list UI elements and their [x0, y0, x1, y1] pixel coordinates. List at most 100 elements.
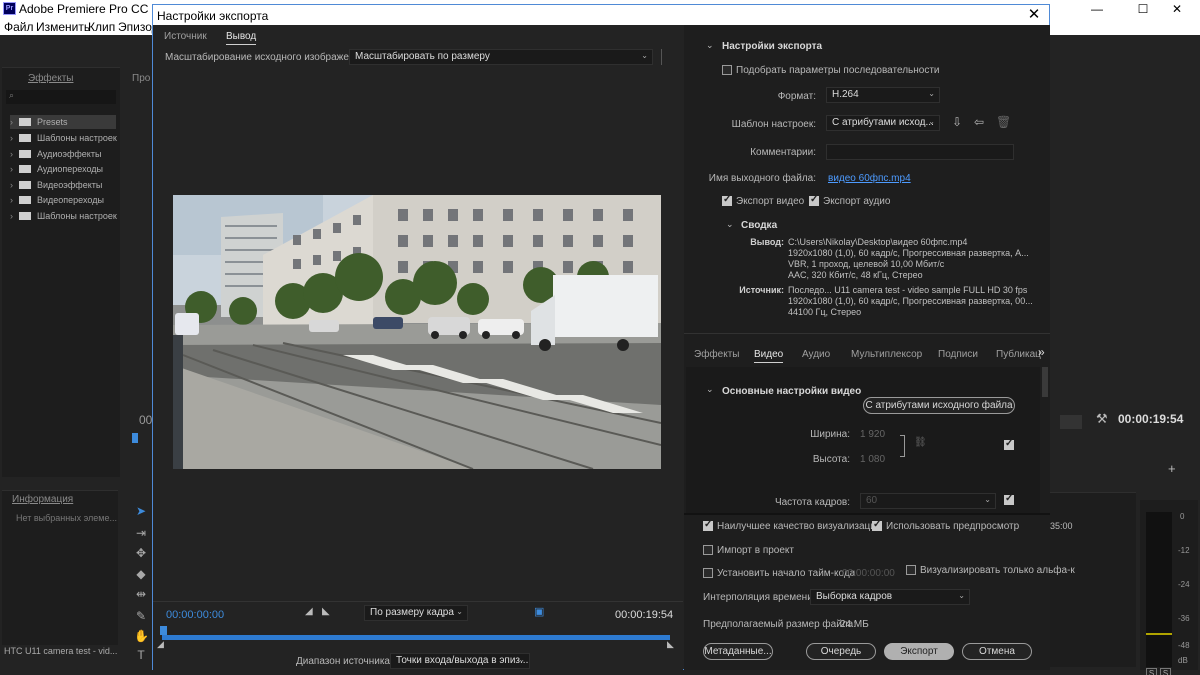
- selection-tool-icon[interactable]: ➤: [134, 504, 148, 518]
- track-select-tool-icon[interactable]: ⇥: [134, 526, 148, 540]
- razor-tool-icon[interactable]: ◆: [134, 567, 148, 581]
- alpha-only-checkbox[interactable]: [906, 565, 916, 575]
- interpolation-dropdown[interactable]: Выборка кадров ⌄: [810, 589, 970, 605]
- framerate-dropdown[interactable]: 60 ⌄: [860, 493, 996, 509]
- delete-preset-icon[interactable]: 🗑: [996, 115, 1011, 129]
- framerate-match-checkbox[interactable]: [1004, 493, 1014, 505]
- tab-video[interactable]: Видео: [754, 349, 784, 363]
- tree-item-lumetri[interactable]: › Шаблоны настроек: [10, 131, 117, 145]
- tab-source[interactable]: Источник: [164, 31, 207, 42]
- dialog-close-button[interactable]: ✕: [1019, 5, 1049, 25]
- mark-out-icon[interactable]: ◣: [322, 606, 330, 617]
- import-preset-icon[interactable]: ⇦: [974, 115, 984, 129]
- dialog-title: Настройки экспорта: [157, 9, 269, 23]
- scrollbar-thumb[interactable]: [1042, 367, 1048, 397]
- source-range-label: Диапазон источника:: [296, 656, 393, 667]
- tree-item-audio-transitions[interactable]: › Аудиопереходы: [10, 162, 103, 176]
- ripple-edit-tool-icon[interactable]: ✥: [134, 546, 148, 560]
- basic-video-chevron-icon[interactable]: ⌄: [706, 384, 714, 395]
- timeline-panel: 35:00: [1050, 492, 1136, 667]
- use-previews-checkbox[interactable]: [872, 519, 882, 531]
- tree-item-video-transitions[interactable]: › Видеопереходы: [10, 193, 104, 207]
- in-point-icon[interactable]: ◢: [157, 639, 164, 650]
- tree-item-presets-2[interactable]: › Шаблоны настроек: [10, 209, 117, 223]
- add-button-icon[interactable]: +: [1168, 461, 1176, 476]
- effects-panel: Эффекты ⌕ › Presets › Шаблоны настроек › Ау…: [2, 67, 120, 515]
- effects-search-input[interactable]: ⌕: [6, 90, 116, 104]
- menu-edit[interactable]: Изменить: [36, 20, 90, 34]
- close-app-button[interactable]: ✕: [1154, 0, 1200, 18]
- wrench-icon[interactable]: ⚒: [1096, 411, 1108, 427]
- tab-publish[interactable]: Публикац: [996, 349, 1041, 360]
- menu-clip[interactable]: Клип: [88, 20, 115, 34]
- comments-input[interactable]: [826, 144, 1014, 160]
- tab-effects[interactable]: Эффекты: [694, 349, 739, 360]
- info-tab[interactable]: Информация: [12, 494, 73, 505]
- summary-output-line-1: C:\Users\Nikolay\Desktop\видео 60фпс.mp4: [788, 237, 968, 247]
- metadata-button[interactable]: Метаданные...: [703, 643, 773, 660]
- right-dropdown[interactable]: [1060, 415, 1082, 429]
- type-tool-icon[interactable]: T: [134, 648, 148, 662]
- format-dropdown[interactable]: H.264 ⌄: [826, 87, 940, 103]
- height-value[interactable]: 1 080: [860, 454, 885, 465]
- output-name-link[interactable]: видео 60фпс.mp4: [828, 173, 911, 184]
- timecode-current[interactable]: 00:00:00:00: [166, 609, 224, 621]
- summary-chevron-icon[interactable]: ⌄: [726, 219, 734, 230]
- summary-heading: Сводка: [741, 220, 778, 231]
- export-button[interactable]: Экспорт: [884, 643, 954, 660]
- chevron-down-icon: ⌄: [641, 51, 648, 60]
- import-project-checkbox[interactable]: [703, 545, 713, 555]
- set-timecode-checkbox[interactable]: [703, 568, 713, 578]
- scaling-dropdown[interactable]: Масштабировать по размеру ⌄: [349, 49, 653, 65]
- preset-dropdown[interactable]: С атрибутами исход... ⌄: [826, 115, 940, 131]
- slip-tool-icon[interactable]: ⇹: [134, 587, 148, 601]
- import-project-label: Импорт в проект: [717, 545, 794, 556]
- max-quality-label: Наилучшее качество визуализации: [717, 521, 882, 532]
- out-point-icon[interactable]: ◣: [667, 639, 674, 650]
- summary-output-line-3: VBR, 1 проход, целевой 10,00 Мбит/с: [788, 259, 945, 269]
- max-quality-checkbox[interactable]: [703, 519, 713, 531]
- basic-video-heading: Основные настройки видео: [722, 386, 862, 397]
- tab-captions[interactable]: Подписи: [938, 349, 978, 360]
- fit-dropdown[interactable]: По размеру кадра ⌄: [364, 605, 468, 621]
- export-audio-checkbox[interactable]: [809, 194, 819, 206]
- queue-button[interactable]: Очередь: [806, 643, 876, 660]
- solo-button-left[interactable]: S: [1146, 668, 1157, 675]
- match-sequence-checkbox[interactable]: [722, 65, 732, 75]
- pen-tool-icon[interactable]: ✎: [134, 609, 148, 623]
- match-source-button[interactable]: С атрибутами исходного файла: [863, 397, 1015, 414]
- dialog-titlebar: Настройки экспорта ✕: [153, 5, 1049, 25]
- set-timecode-value[interactable]: 00:00:00:00: [842, 568, 895, 579]
- width-match-checkbox[interactable]: [1004, 438, 1014, 450]
- width-value[interactable]: 1 920: [860, 429, 885, 440]
- project-clip-label[interactable]: HTC U11 camera test - vid...: [4, 646, 117, 656]
- link-chain-icon[interactable]: ⛓: [914, 437, 927, 448]
- minimize-button[interactable]: —: [1074, 0, 1120, 18]
- playhead-marker[interactable]: [132, 433, 138, 443]
- summary-source-line-1: Последо... U11 camera test - video sampl…: [788, 285, 1028, 295]
- effects-tab[interactable]: Эффекты: [28, 73, 73, 84]
- tab-multiplexer[interactable]: Мультиплексор: [851, 349, 922, 360]
- interpolation-label: Интерполяция времени:: [703, 592, 816, 603]
- playhead-handle[interactable]: [160, 626, 167, 635]
- program-tab[interactable]: Про: [132, 73, 150, 84]
- hand-tool-icon[interactable]: ✋: [134, 629, 149, 643]
- collapse-chevron-icon[interactable]: ⌄: [706, 40, 714, 51]
- solo-button-right[interactable]: S: [1160, 668, 1171, 675]
- mark-in-icon[interactable]: ◢: [305, 606, 313, 617]
- tab-output[interactable]: Вывод: [226, 31, 257, 45]
- tree-item-presets[interactable]: › Presets: [10, 115, 116, 129]
- tree-item-video-effects[interactable]: › Видеоэффекты: [10, 178, 102, 192]
- timeline-scrubber[interactable]: [162, 635, 670, 640]
- save-preset-icon[interactable]: ⇩: [952, 115, 962, 129]
- tab-audio[interactable]: Аудио: [802, 349, 830, 360]
- export-video-checkbox[interactable]: [722, 194, 732, 206]
- tree-item-audio-effects[interactable]: › Аудиоэффекты: [10, 147, 101, 161]
- menu-file[interactable]: Файл: [4, 20, 34, 34]
- cancel-button[interactable]: Отмена: [962, 643, 1032, 660]
- crop-icon[interactable]: ▣: [534, 605, 544, 618]
- export-video-label: Экспорт видео: [736, 196, 805, 207]
- source-range-dropdown[interactable]: Точки входа/выхода в эпиз... ⌄: [390, 653, 530, 669]
- more-tabs-icon[interactable]: »: [1038, 345, 1045, 359]
- preset-label: Шаблон настроек:: [731, 119, 816, 130]
